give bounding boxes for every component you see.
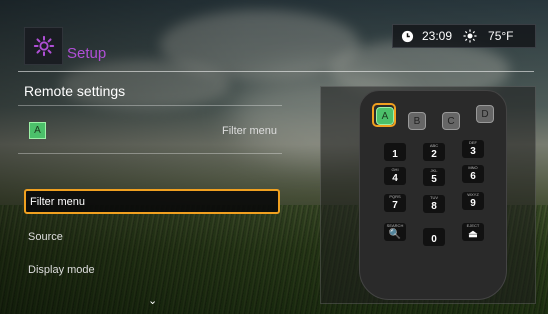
page-title: Setup [67,45,107,62]
remote-key[interactable]: 1 [384,143,406,161]
scroll-down-icon[interactable]: ⌄ [148,294,157,307]
menu-item-filter-menu[interactable]: Filter menu [24,189,280,214]
status-bar: 23:09 75°F [392,24,536,48]
menu-item-source[interactable]: Source [24,224,280,249]
clock-icon [399,28,415,44]
remote-key[interactable]: SEARCH 🔍 [384,223,406,241]
remote-button-c[interactable]: C [442,112,460,130]
section-title: Remote settings [24,83,126,99]
remote-key[interactable]: DEF 3 [462,140,484,158]
menu-item-label: Source [28,230,63,243]
remote-button-a[interactable]: A [376,107,394,125]
remote-key[interactable]: JKL 5 [423,168,445,186]
option-divider [18,153,282,154]
gear-icon [33,35,54,57]
remote-key[interactable]: PQRS 7 [384,194,406,212]
sun-icon [462,28,478,44]
remote-key[interactable]: MNO 6 [462,165,484,183]
clock-time: 23:09 [422,29,453,43]
remote-key[interactable]: 0 [423,228,445,246]
assigned-function-label: Filter menu [221,125,277,137]
remote-button-d[interactable]: D [476,105,494,123]
green-key-badge: A [29,122,46,139]
setup-icon-box [24,27,63,65]
remote-key[interactable]: WXYZ 9 [462,192,484,210]
section-divider [18,105,282,106]
remote-key[interactable]: EJECT ⏏ [462,223,484,241]
menu-item-label: Display mode [28,263,95,276]
menu-item-label: Filter menu [30,195,86,208]
remote-button-b[interactable]: B [408,112,426,130]
menu-item-display-mode[interactable]: Display mode [24,257,280,282]
remote-key[interactable]: ABC 2 [423,143,445,161]
remote-key[interactable]: GHI 4 [384,167,406,185]
remote-key[interactable]: TUV 8 [423,195,445,213]
header-divider [18,71,534,72]
temperature: 75°F [488,29,514,43]
